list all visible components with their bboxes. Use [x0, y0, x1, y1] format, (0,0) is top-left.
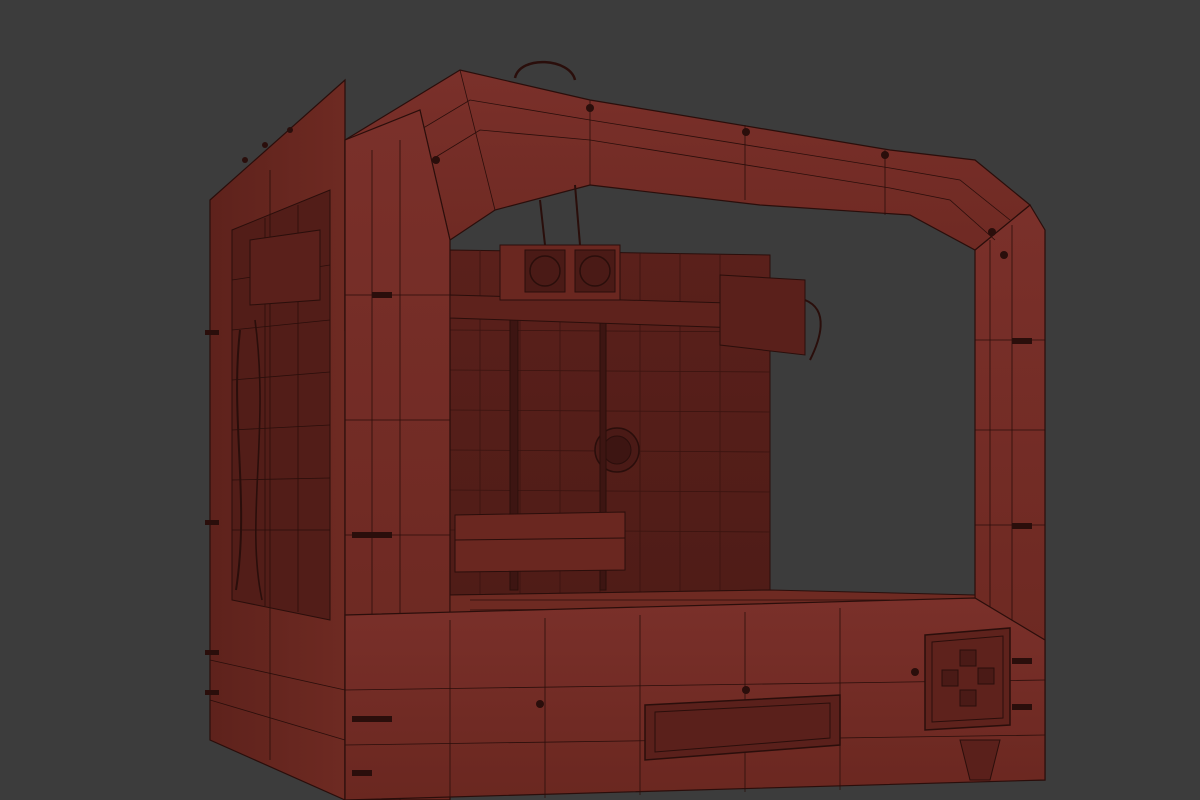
printer-model-render: [205, 60, 1046, 800]
left-side-panel: [209, 78, 346, 800]
3d-viewport[interactable]: [0, 0, 1200, 800]
control-panel-buttons: [924, 627, 1011, 731]
front-base-panel: [344, 597, 1046, 800]
